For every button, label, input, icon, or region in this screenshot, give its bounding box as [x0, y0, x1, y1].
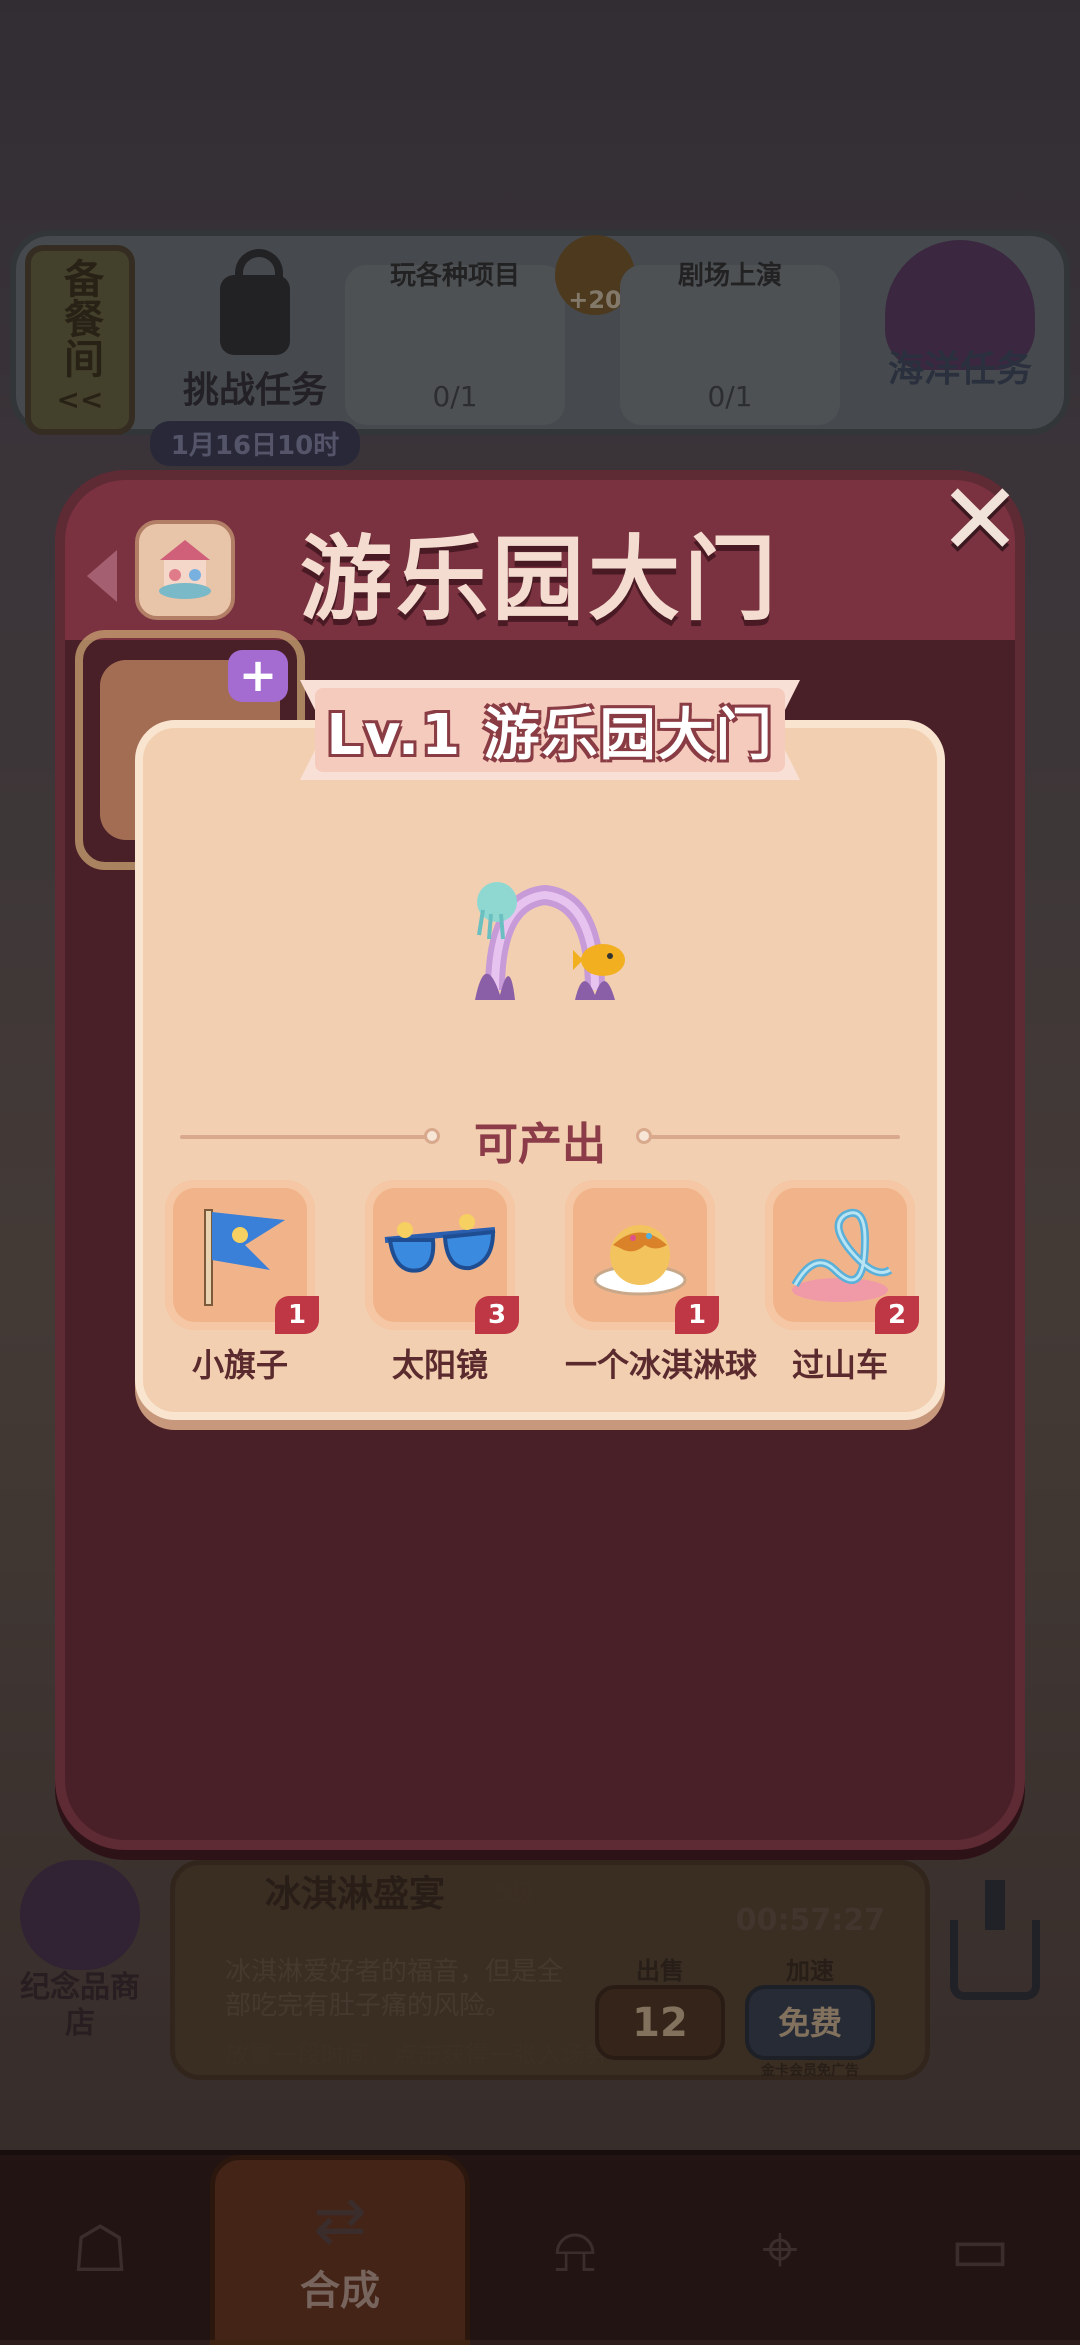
product-item[interactable]: 1 一个冰淇淋球 — [565, 1180, 758, 1386]
product-item[interactable]: 3 太阳镜 — [365, 1180, 519, 1386]
close-button[interactable]: ✕ — [935, 470, 1025, 570]
product-name: 太阳镜 — [391, 1346, 488, 1384]
plus-icon[interactable]: + — [228, 650, 288, 702]
modal-title: 游乐园大门 — [299, 526, 780, 633]
product-tile: 3 — [365, 1180, 519, 1334]
close-icon: ✕ — [938, 461, 1022, 578]
product-item[interactable]: 1 小旗子 — [165, 1180, 319, 1386]
product-item[interactable]: 2 过山车 — [765, 1180, 919, 1386]
produce-label: 可产出 — [474, 1119, 606, 1170]
card-title: Lv.1 游乐园大门 — [326, 703, 774, 768]
product-count: 1 — [675, 1296, 719, 1334]
product-count: 2 — [875, 1296, 919, 1334]
product-count: 3 — [475, 1296, 519, 1334]
product-tile: 1 — [165, 1180, 319, 1334]
product-name: 过山车 — [791, 1346, 888, 1384]
product-name: 小旗子 — [191, 1346, 288, 1384]
product-count: 1 — [275, 1296, 319, 1334]
product-tile: 2 — [765, 1180, 919, 1334]
divider-right — [650, 1135, 900, 1139]
park-gate-image — [475, 882, 625, 1000]
modal-header: 游乐园大门 — [65, 480, 1015, 640]
product-name: 一个冰淇淋球 — [565, 1346, 758, 1384]
product-tile: 1 — [565, 1180, 719, 1334]
